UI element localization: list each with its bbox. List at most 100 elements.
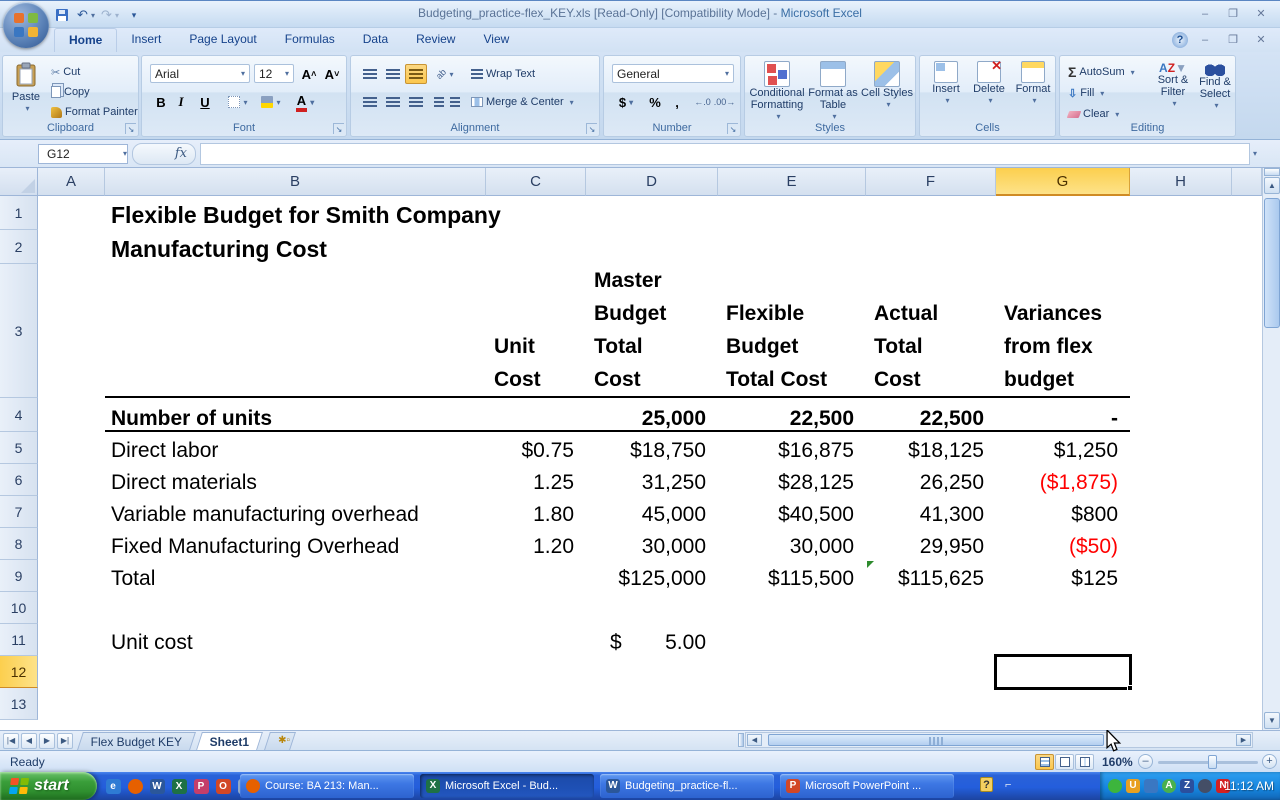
clear-button[interactable]: Clear ▾ [1066,104,1119,124]
bottom-align-button[interactable] [405,64,427,84]
row-header-2[interactable]: 2 [0,230,38,264]
powerpoint-icon[interactable]: O [214,775,232,797]
cell-C5[interactable]: $0.75 [486,432,586,464]
vertical-scroll-thumb[interactable] [1264,198,1280,328]
clipboard-dialog-launcher[interactable]: ↘ [125,123,136,134]
orientation-button[interactable]: ab ▾ [431,64,459,84]
zoom-slider-thumb[interactable] [1208,755,1217,769]
next-sheet-icon[interactable]: ▶ [39,733,55,749]
customize-qat-button[interactable]: ▾ [124,5,144,25]
col-header-F[interactable]: F [866,168,996,196]
last-sheet-icon[interactable]: ▶| [57,733,73,749]
cell-E4[interactable]: 22,500 [718,398,866,432]
col-header-B[interactable]: B [105,168,486,196]
minimize-button[interactable]: – [1194,7,1216,22]
active-cell-selection[interactable] [994,654,1133,691]
col-header-H[interactable]: H [1130,168,1232,196]
scroll-left-icon[interactable]: ◀ [747,734,762,746]
fill-color-button[interactable]: ▾ [256,92,286,112]
row-header-4[interactable]: 4 [0,398,38,432]
align-left-button[interactable] [359,92,381,112]
find-select-button[interactable]: Find & Select ▾ [1194,62,1236,112]
decrease-indent-button[interactable] [431,92,446,112]
number-dialog-launcher[interactable]: ↘ [727,123,738,134]
increase-decimal-button[interactable]: ←.0 [692,92,713,112]
cell-E5[interactable]: $16,875 [718,432,866,464]
cell-G6[interactable]: ($1,875) [996,464,1130,496]
sheet-tab-flex-budget-key[interactable]: Flex Budget KEY [77,732,197,750]
cell-G7[interactable]: $800 [996,496,1130,528]
ribbon-tab-view[interactable]: View [469,28,523,52]
taskbar-button-powerpoint[interactable]: P Microsoft PowerPoint ... [780,774,954,798]
insert-worksheet-tab[interactable]: ✱▫ [263,732,296,750]
vertical-scrollbar[interactable]: ▲ ▼ [1262,168,1280,730]
col-header-A[interactable]: A [38,168,105,196]
taskbar-button-firefox[interactable]: Course: BA 213: Man... [240,774,414,798]
cell-styles-button[interactable]: Cell Styles ▾ [861,61,913,111]
row-header-1[interactable]: 1 [0,196,38,230]
workbook-minimize-button[interactable]: – [1194,33,1216,48]
font-size-combo[interactable]: 12 ▾ [254,64,294,83]
word-icon[interactable]: W [148,775,166,797]
ribbon-tab-page-layout[interactable]: Page Layout [175,28,270,52]
redo-button[interactable]: ↷ ▾ [100,5,120,25]
sheet-tab-sheet1[interactable]: Sheet1 [196,732,264,750]
italic-button[interactable]: I [172,92,190,112]
tray-tools-icon[interactable] [1144,779,1158,793]
row-header-12[interactable]: 12 [0,656,38,688]
cell-D11[interactable]: $5.00 [586,624,718,656]
ribbon-tab-review[interactable]: Review [402,28,469,52]
cell-D6[interactable]: 31,250 [586,464,718,496]
tab-split-handle[interactable] [738,733,744,747]
row-header-9[interactable]: 9 [0,560,38,592]
cell-F8[interactable]: 29,950 [866,528,996,560]
tray-swirl-icon[interactable] [1198,779,1212,793]
normal-view-button[interactable] [1035,753,1054,770]
formula-input[interactable] [200,142,1250,165]
ribbon-tab-data[interactable]: Data [349,28,402,52]
grow-font-button[interactable]: A ˄ [298,64,320,84]
workbook-restore-button[interactable]: ❐ [1222,33,1244,48]
cell-C6[interactable]: 1.25 [486,464,586,496]
cell-B1[interactable]: Flexible Budget for Smith Company [105,196,501,230]
font-color-button[interactable]: A ▾ [290,92,320,112]
first-sheet-icon[interactable]: |◀ [3,733,19,749]
cell-F5[interactable]: $18,125 [866,432,996,464]
top-align-button[interactable] [359,64,381,84]
font-dialog-launcher[interactable]: ↘ [333,123,344,134]
taskbar-button-excel[interactable]: X Microsoft Excel - Bud... [420,774,594,798]
cell-G3[interactable]: Variances from flex budget [996,264,1130,398]
scroll-right-icon[interactable]: ▶ [1236,734,1251,746]
fill-handle[interactable] [1127,685,1133,691]
zoom-in-icon[interactable]: + [1262,754,1277,769]
tray-antivirus-icon[interactable]: A [1162,779,1176,793]
cell-D5[interactable]: $18,750 [586,432,718,464]
cell-C3[interactable]: Unit Cost [486,264,586,398]
clock[interactable]: 11:12 AM [1224,779,1274,793]
row-header-6[interactable]: 6 [0,464,38,496]
cell-B4[interactable]: Number of units [105,398,486,432]
cell-E6[interactable]: $28,125 [718,464,866,496]
close-button[interactable]: ✕ [1250,7,1272,22]
format-cells-button[interactable]: Format ▾ [1012,61,1054,107]
help-icon[interactable]: ? [1172,32,1188,48]
cell-G4[interactable]: - [996,398,1130,432]
accounting-format-button[interactable]: $ ▾ [612,92,640,112]
taskbar-button-word[interactable]: W Budgeting_practice-fl... [600,774,774,798]
row-header-13[interactable]: 13 [0,688,38,720]
formula-bar-expand-icon[interactable]: ▾ [1253,149,1257,158]
scroll-down-icon[interactable]: ▼ [1264,712,1280,729]
paste-button[interactable]: Paste ▾ [7,62,45,115]
cell-F4[interactable]: 22,500 [866,398,996,432]
row-header-3[interactable]: 3 [0,264,38,398]
sort-filter-button[interactable]: AZ▼ Sort & Filter ▾ [1152,62,1194,110]
cell-F6[interactable]: 26,250 [866,464,996,496]
tray-messenger-icon[interactable] [1108,779,1122,793]
cell-B6[interactable]: Direct materials [105,464,486,496]
cell-F9[interactable]: $115,625 [866,560,996,592]
insert-function-button[interactable]: fx [132,142,196,165]
cell-B11[interactable]: Unit cost [105,624,486,656]
row-header-7[interactable]: 7 [0,496,38,528]
cell-G5[interactable]: $1,250 [996,432,1130,464]
tray-z-icon[interactable]: Z [1180,779,1194,793]
